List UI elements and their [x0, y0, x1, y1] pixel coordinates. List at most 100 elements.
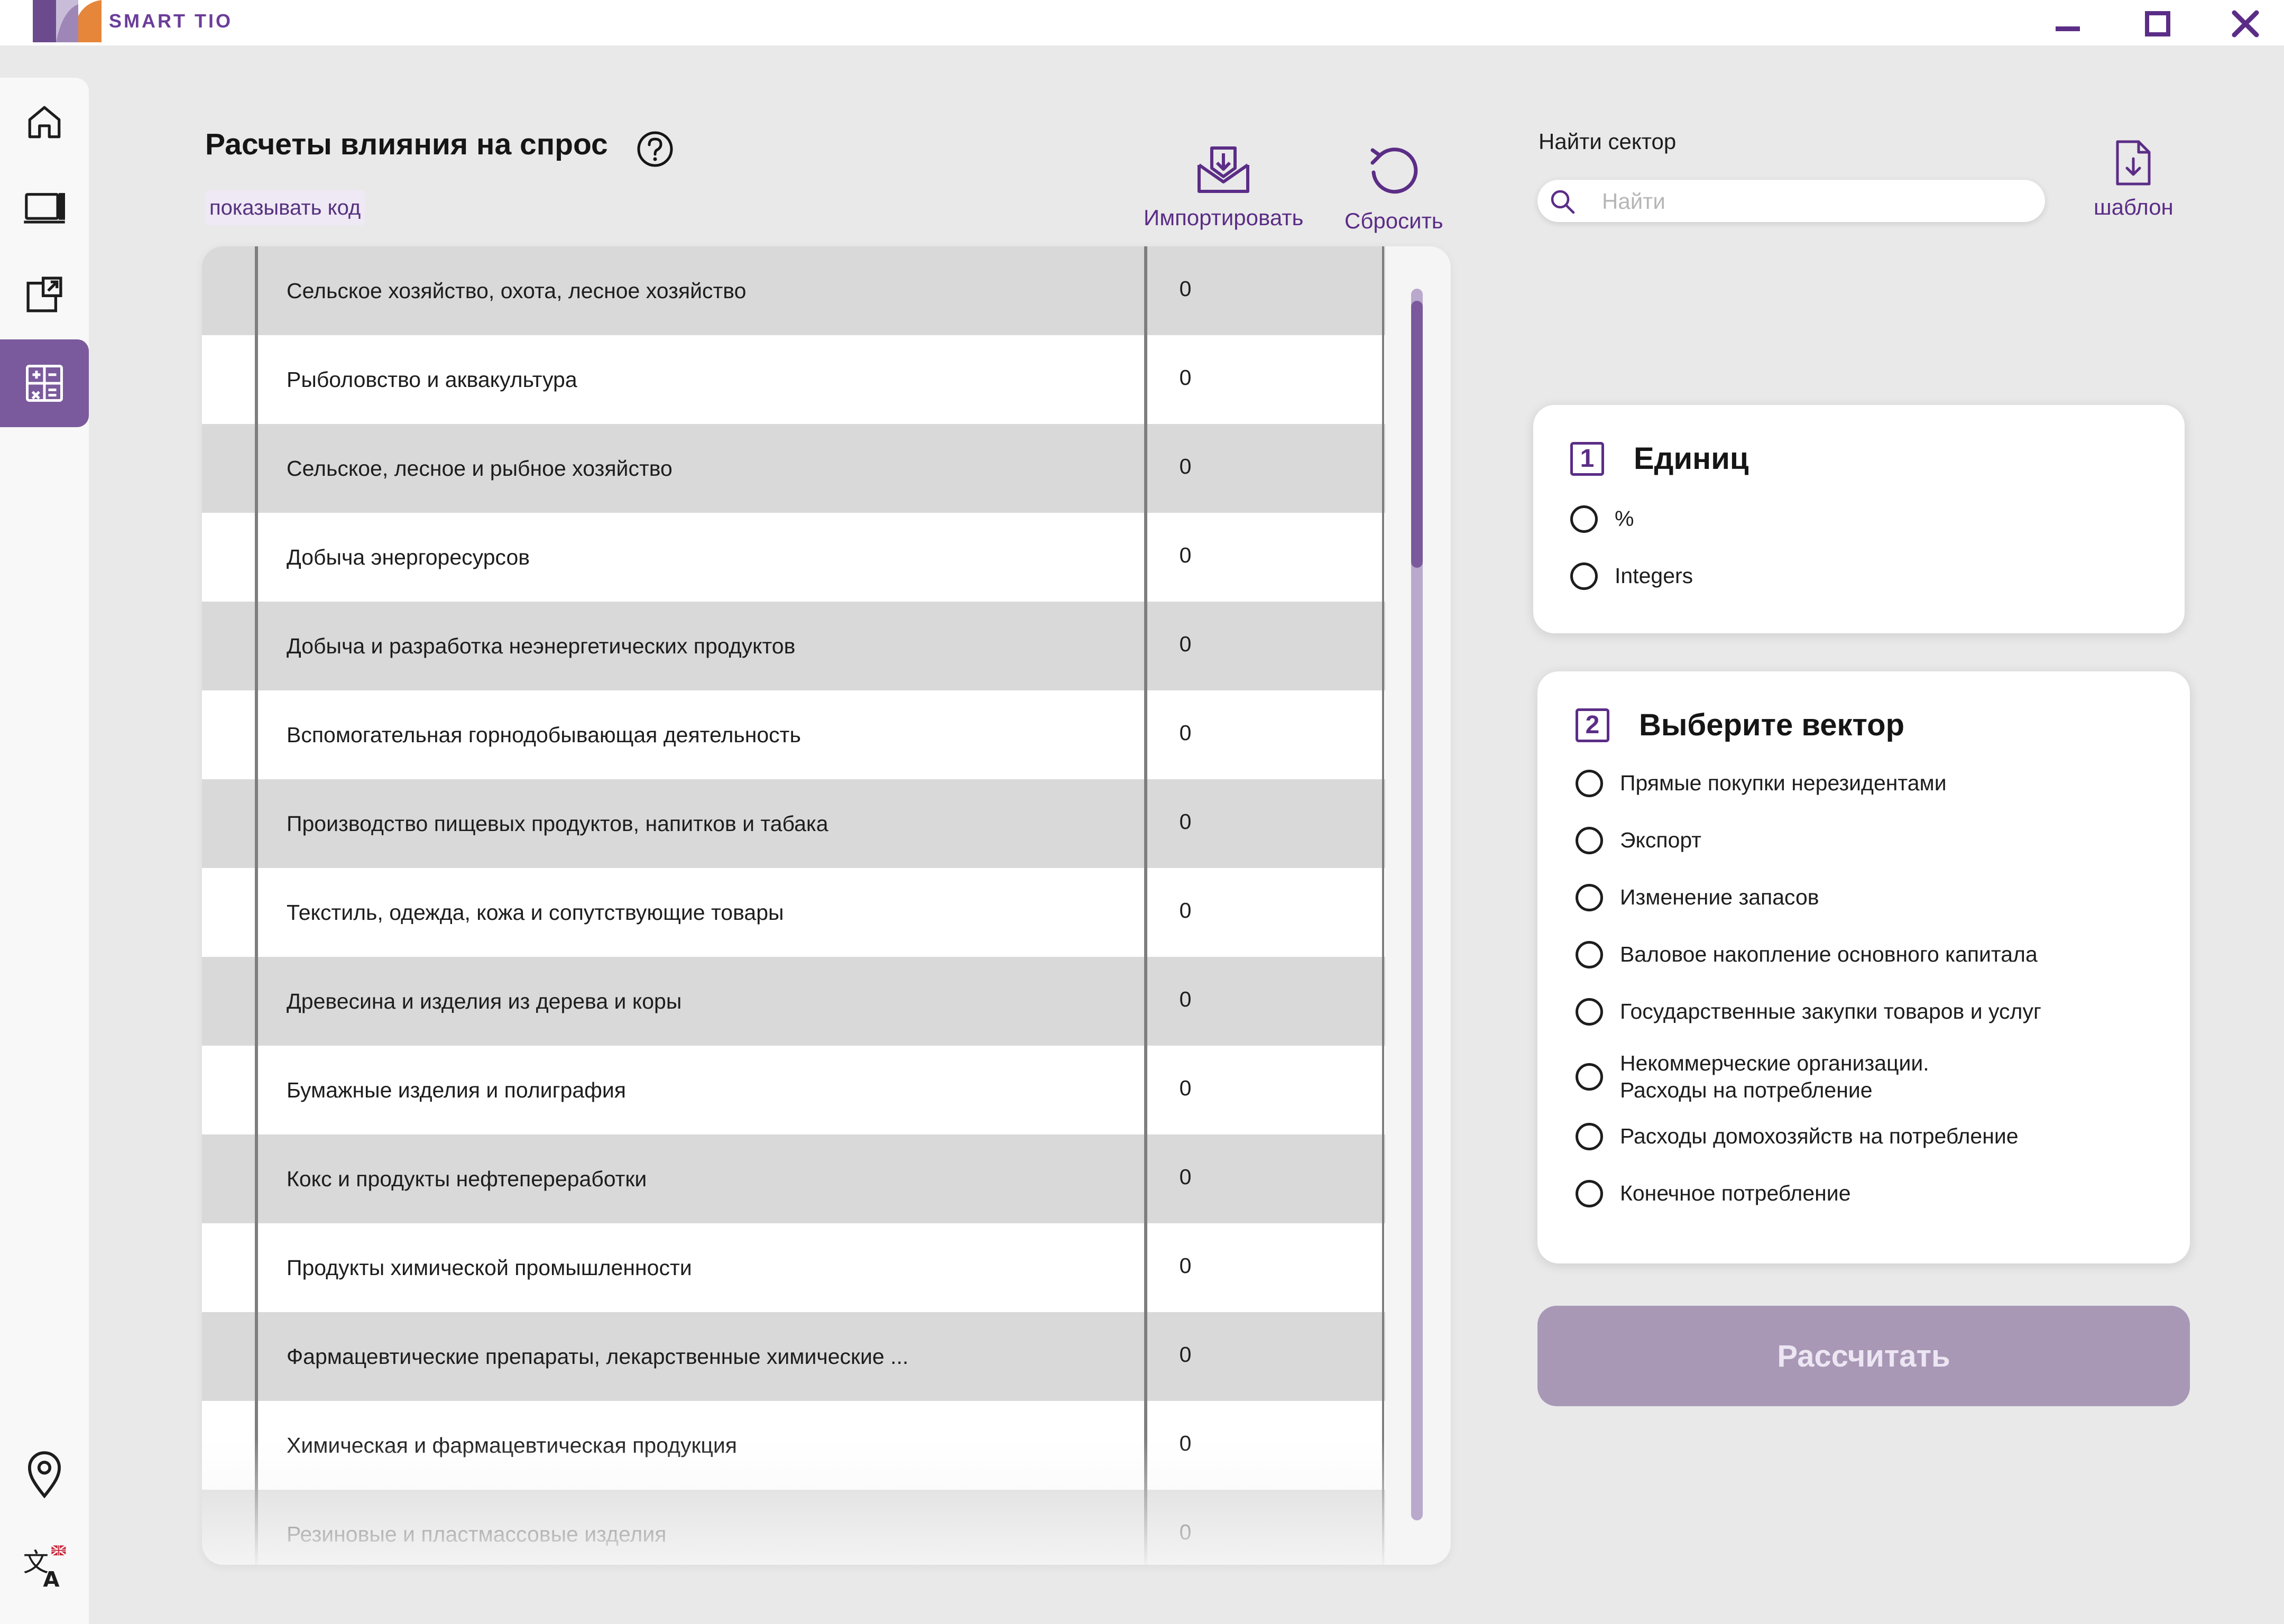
table-row[interactable]: Сельское, лесное и рыбное хозяйство 0	[202, 424, 1385, 513]
reset-button[interactable]: Сбросить	[1344, 143, 1443, 234]
table-scroll-thumb[interactable]	[1411, 301, 1423, 568]
radio-button[interactable]	[1576, 1123, 1603, 1150]
search-icon	[1551, 190, 1575, 214]
table-row[interactable]: Вспомогательная горнодобывающая деятельн…	[202, 690, 1385, 779]
table-row[interactable]: Бумажные изделия и полиграфия 0	[202, 1046, 1385, 1134]
sector-value[interactable]: 0	[1148, 246, 1222, 335]
page-title: Расчеты влияния на спрос	[205, 127, 608, 161]
search-box	[1537, 180, 2045, 223]
sector-name: Продукты химической промышленности	[287, 1256, 692, 1280]
sector-value[interactable]: 0	[1148, 424, 1222, 513]
close-button[interactable]	[2227, 5, 2264, 42]
radio-button[interactable]	[1576, 1063, 1603, 1091]
table-row[interactable]: Кокс и продукты нефтепереработки 0	[202, 1134, 1385, 1223]
radio-button[interactable]	[1576, 827, 1603, 854]
sector-name: Древесина и изделия из дерева и коры	[287, 989, 682, 1013]
radio-button[interactable]	[1570, 505, 1598, 533]
units-option-integers[interactable]: Integers	[1570, 562, 1693, 590]
step-number: 2	[1576, 708, 1609, 742]
sector-name: Добыча и разработка неэнергетических про…	[287, 634, 796, 658]
import-button[interactable]: Импортировать	[1144, 143, 1303, 230]
table-row[interactable]: Древесина и изделия из дерева и коры 0	[202, 957, 1385, 1046]
sidebar-item-calculator[interactable]	[0, 339, 89, 427]
option-label: Экспорт	[1620, 828, 1702, 853]
table-row[interactable]: Фармацевтические препараты, лекарственны…	[202, 1312, 1385, 1401]
search-input[interactable]	[1601, 180, 2026, 223]
sector-name: Бумажные изделия и полиграфия	[287, 1078, 626, 1102]
location-pin-icon	[28, 1451, 61, 1499]
app-name: SMART TIO	[109, 10, 233, 32]
table-row[interactable]: Продукты химической промышленности 0	[202, 1223, 1385, 1312]
table-row[interactable]: Производство пищевых продуктов, напитков…	[202, 779, 1385, 868]
sector-name: Кокс и продукты нефтепереработки	[287, 1167, 647, 1191]
sector-value[interactable]: 0	[1148, 513, 1222, 602]
table-row[interactable]: Добыча энергоресурсов 0	[202, 513, 1385, 602]
vector-option[interactable]: Прямые покупки нерезидентами	[1576, 770, 1947, 797]
vector-option[interactable]: Расходы домохозяйств на потребление	[1576, 1123, 2019, 1150]
sector-value[interactable]: 0	[1148, 1490, 1222, 1565]
option-label: Изменение запасов	[1620, 885, 1819, 910]
sector-value[interactable]: 0	[1148, 1223, 1222, 1312]
file-download-icon	[2116, 140, 2151, 186]
units-card: 1 Единиц % Integers	[1533, 405, 2185, 633]
radio-button[interactable]	[1570, 562, 1598, 590]
vector-option[interactable]: Валовое накопление основного капитала	[1576, 941, 2038, 968]
radio-button[interactable]	[1576, 1180, 1603, 1207]
table-row[interactable]: Химическая и фармацевтическая продукция 0	[202, 1401, 1385, 1490]
sector-value[interactable]: 0	[1148, 868, 1222, 957]
radio-button[interactable]	[1576, 884, 1603, 911]
table-row[interactable]: Сельское хозяйство, охота, лесное хозяйс…	[202, 246, 1385, 335]
sector-value[interactable]: 0	[1148, 957, 1222, 1046]
units-option-percent[interactable]: %	[1570, 505, 1634, 533]
sector-name: Добыча энергоресурсов	[287, 545, 530, 569]
sidebar-item-devices[interactable]	[0, 165, 89, 253]
units-title: Единиц	[1634, 441, 1749, 476]
sector-name: Фармацевтические препараты, лекарственны…	[287, 1344, 909, 1369]
vector-option[interactable]: Изменение запасов	[1576, 884, 1819, 911]
sector-value[interactable]: 0	[1148, 1046, 1222, 1134]
vector-option[interactable]: Экспорт	[1576, 827, 1701, 854]
vector-title: Выберите вектор	[1639, 708, 1905, 742]
radio-button[interactable]	[1576, 941, 1603, 968]
template-label: шаблон	[2094, 195, 2174, 219]
sector-name: Резиновые и пластмассовые изделия	[287, 1522, 667, 1546]
sector-value[interactable]: 0	[1148, 1312, 1222, 1401]
sector-value[interactable]: 0	[1148, 779, 1222, 868]
vector-option[interactable]: Некоммерческие организации. Расходы на п…	[1576, 1050, 1929, 1104]
sector-value[interactable]: 0	[1148, 335, 1222, 424]
sector-value[interactable]: 0	[1148, 690, 1222, 779]
vector-option[interactable]: Конечное потребление	[1576, 1180, 1851, 1207]
help-icon[interactable]	[636, 130, 674, 168]
units-card-header: 1 Единиц	[1570, 441, 1749, 476]
table-row[interactable]: Текстиль, одежда, кожа и сопутствующие т…	[202, 868, 1385, 957]
minimize-button[interactable]	[2049, 5, 2086, 42]
option-label: Государственные закупки товаров и услуг	[1620, 999, 2041, 1024]
sector-value[interactable]: 0	[1148, 1134, 1222, 1223]
maximize-button[interactable]	[2139, 5, 2176, 42]
sidebar-item-home[interactable]	[0, 78, 89, 166]
laptop-icon	[24, 193, 66, 224]
option-label: Прямые покупки нерезидентами	[1620, 771, 1947, 796]
search-label: Найти сектор	[1539, 129, 1677, 154]
sector-value[interactable]: 0	[1148, 602, 1222, 690]
minimize-icon	[2056, 26, 2080, 31]
option-label: %	[1615, 506, 1634, 531]
show-code-toggle[interactable]: показывать код	[205, 190, 365, 225]
svg-text:A: A	[43, 1567, 59, 1588]
app-logo: SMART TIO	[33, 0, 233, 42]
sector-name: Рыболовство и аквакультура	[287, 367, 577, 392]
import-icon	[1198, 146, 1250, 193]
sector-value[interactable]: 0	[1148, 1401, 1222, 1490]
sidebar-item-language[interactable]: 文 A	[0, 1521, 89, 1609]
sidebar-item-open-window[interactable]	[0, 251, 89, 338]
radio-button[interactable]	[1576, 998, 1603, 1026]
table-row[interactable]: Рыболовство и аквакультура 0	[202, 335, 1385, 424]
sidebar-item-location[interactable]	[0, 1431, 89, 1518]
calculate-button[interactable]: Рассчитать	[1537, 1306, 2190, 1406]
table-row[interactable]: Резиновые и пластмассовые изделия 0	[202, 1490, 1385, 1565]
template-button[interactable]: шаблон	[2094, 139, 2174, 220]
vector-option[interactable]: Государственные закупки товаров и услуг	[1576, 998, 2041, 1026]
table-row[interactable]: Добыча и разработка неэнергетических про…	[202, 602, 1385, 690]
reset-label: Сбросить	[1344, 208, 1443, 233]
radio-button[interactable]	[1576, 770, 1603, 797]
